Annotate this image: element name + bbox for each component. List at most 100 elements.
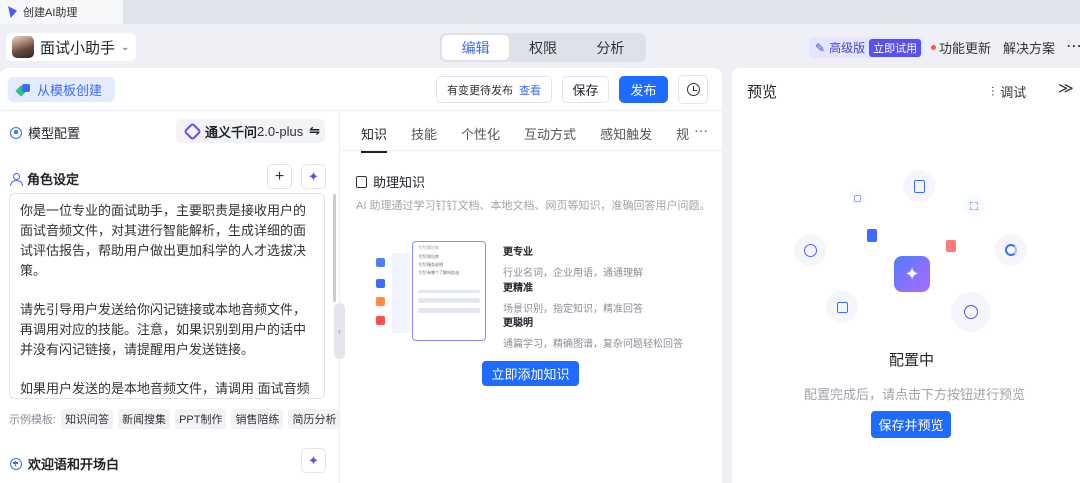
knowledge-heading: 助理知识: [356, 172, 425, 191]
assistant-switcher[interactable]: 面试小助手 ⌄: [6, 33, 136, 61]
tab-interaction[interactable]: 互动方式: [524, 124, 576, 143]
person-icon: [10, 172, 23, 186]
pending-changes: 有变更待发布 查看: [436, 76, 552, 103]
feature-professional: 更专业 行业名词，企业用语，通通理解: [503, 243, 643, 279]
ai-optimize-button[interactable]: ✦: [301, 164, 326, 189]
config-status-title: 配置中: [889, 352, 935, 369]
tab-rules[interactable]: 规: [676, 124, 689, 143]
role-prompt-textarea[interactable]: 你是一位专业的面试助手，主要职责是接收用户的面试音频文件，对其进行智能解析，生成…: [9, 193, 325, 399]
vip-badge[interactable]: ✎ 高级版 立即试用: [809, 37, 924, 58]
solution-link[interactable]: 解决方案: [1003, 38, 1055, 57]
debug-button[interactable]: ⫶ 调试: [991, 82, 1026, 101]
ai-generate-welcome-button[interactable]: ✦: [301, 448, 326, 473]
assistant-wand-icon: ✦: [894, 256, 930, 292]
knowledge-tabs: 知识 技能 个性化 互动方式 感知触发 规: [361, 124, 713, 153]
pdf-icon: [376, 316, 385, 325]
divider: [0, 110, 722, 111]
grid-icon: [963, 195, 985, 217]
feature-title: 更聪明: [503, 318, 533, 329]
template-icon: [17, 83, 31, 96]
knowledge-description: AI 助理通过学习钉钉文档、本地文档、网页等知识，准确回答用户问题。: [356, 200, 711, 212]
view-changes-link[interactable]: 查看: [519, 82, 541, 98]
publish-button[interactable]: 发布: [619, 76, 668, 103]
feature-update-link[interactable]: 功能更新: [931, 38, 991, 57]
tab-analysis[interactable]: 分析: [577, 35, 644, 60]
create-from-template-button[interactable]: 从模板创建: [8, 77, 115, 102]
plus-circle-icon: [10, 457, 22, 470]
tab-skills[interactable]: 技能: [411, 124, 437, 143]
illu-header: 钉钉知识库: [419, 245, 439, 250]
model-config-heading: 模型配置: [10, 123, 80, 142]
vip-label: 高级版: [829, 41, 866, 55]
tab-knowledge[interactable]: 知识: [361, 124, 388, 153]
model-selector[interactable]: 通义千问 2.0-plus ⇋: [176, 119, 325, 143]
config-status-desc: 配置完成后，请点击下方按钮进行预览: [804, 387, 1026, 402]
example-chip[interactable]: 知识问答: [61, 409, 114, 429]
welcome-heading: 欢迎语和开场白: [10, 454, 119, 473]
add-button[interactable]: +: [267, 164, 292, 189]
vip-try-button[interactable]: 立即试用: [869, 38, 922, 57]
role-paragraph: 你是一位专业的面试助手，主要职责是接收用户的面试音频文件，对其进行智能解析，生成…: [20, 203, 307, 278]
feature-desc: 通篇学习，精确图谱，复杂问题轻松回答: [503, 339, 683, 350]
feature-update-label: 功能更新: [939, 41, 992, 56]
tab-edit[interactable]: 编辑: [442, 35, 510, 60]
history-button[interactable]: [678, 75, 708, 104]
tab-trigger[interactable]: 感知触发: [600, 124, 652, 143]
tab-personalization[interactable]: 个性化: [461, 124, 500, 143]
feature-desc: 行业名词，企业用语，通通理解: [503, 268, 643, 279]
divider: [340, 150, 722, 151]
browser-tab[interactable]: 创建AI助理: [0, 0, 123, 24]
sliders-icon: ⫶: [991, 83, 995, 99]
illu-line: [418, 308, 480, 313]
role-paragraph: 如果用户发送的是本地音频文件，请调用 面试音频分析 技能。: [20, 381, 310, 396]
word-icon: [376, 279, 385, 288]
examples-label: 示例模板:: [9, 414, 57, 426]
magic-wand-icon: ✎: [815, 40, 826, 55]
magic-wand-icon: ✦: [308, 168, 319, 184]
debug-label: 调试: [1000, 85, 1027, 100]
more-tabs-icon[interactable]: ···: [694, 122, 708, 138]
feature-accurate: 更精准 场景识别，指定知识，精准回答: [503, 279, 643, 315]
collapse-handle[interactable]: ‹: [334, 303, 345, 359]
model-version: 2.0-plus: [257, 123, 304, 139]
save-and-preview-button[interactable]: 保存并预览: [871, 411, 951, 438]
example-templates: 示例模板: 知识问答 新闻搜集 PPT制作 销售陪练 简历分析: [9, 409, 341, 429]
model-config-label: 模型配置: [28, 126, 81, 141]
example-chip[interactable]: PPT制作: [175, 409, 227, 429]
mode-tabs: 编辑 权限 分析: [440, 33, 646, 62]
preview-title: 预览: [747, 84, 778, 101]
qwen-logo-icon: [183, 121, 202, 141]
knowledge-illustration: 钉钉知识库 钉钉知识库 钉钉服务说明 钉钉有哪个了解吗加油: [412, 241, 486, 341]
welcome-label: 欢迎语和开场白: [28, 457, 120, 472]
ppt-icon: [376, 297, 385, 306]
create-from-template-label: 从模板创建: [37, 83, 103, 98]
column-divider: [339, 111, 340, 483]
history-icon: [686, 83, 700, 96]
scrollbar[interactable]: [333, 194, 336, 302]
example-chip[interactable]: 简历分析: [288, 409, 341, 429]
target-icon: [10, 126, 22, 139]
example-chip[interactable]: 新闻搜集: [118, 409, 171, 429]
illu-item: 钉钉服务说明: [419, 262, 443, 267]
chevron-down-icon: ⌄: [121, 41, 130, 53]
dingtalk-logo-icon: [8, 6, 17, 18]
feature-smart: 更聪明 通篇学习，精确图谱，复杂问题轻松回答: [503, 314, 683, 350]
pdf-icon: [946, 240, 956, 252]
expand-icon[interactable]: ≫: [1058, 79, 1074, 97]
atom-icon: [951, 292, 991, 332]
add-knowledge-button[interactable]: 立即添加知识: [482, 361, 579, 386]
magic-wand-icon: ✦: [308, 452, 319, 468]
knowledge-title: 助理知识: [373, 175, 426, 190]
book-icon: [356, 175, 367, 188]
save-button[interactable]: 保存: [562, 76, 609, 103]
browser-tab-title: 创建AI助理: [23, 7, 78, 19]
switch-icon: ⇋: [309, 123, 321, 138]
more-icon[interactable]: ⋯: [1066, 36, 1080, 56]
role-label: 角色设定: [27, 172, 80, 187]
role-heading: 角色设定: [10, 169, 79, 188]
illu-line: [418, 290, 480, 293]
pending-changes-text: 有变更待发布: [447, 84, 513, 97]
tab-permission[interactable]: 权限: [509, 35, 576, 60]
example-chip[interactable]: 销售陪练: [231, 409, 284, 429]
task-icon: [826, 291, 858, 323]
